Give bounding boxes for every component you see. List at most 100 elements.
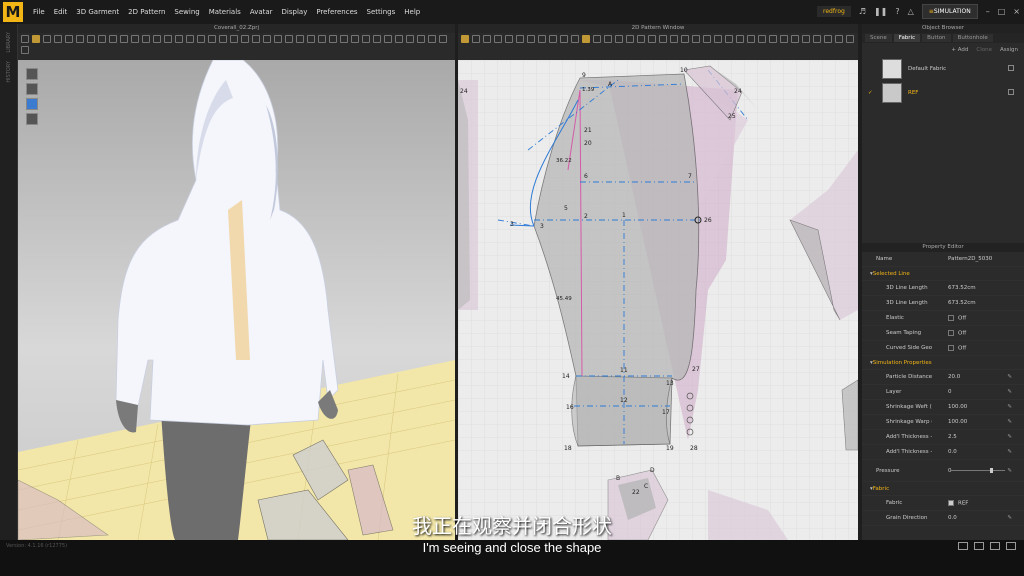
tool-icon[interactable] <box>296 35 304 43</box>
tab-button[interactable]: Button <box>922 34 951 42</box>
simulation-mode-button[interactable]: SIMULATION <box>921 4 978 19</box>
pencil-icon[interactable]: ✎ <box>1007 419 1012 425</box>
menu-display[interactable]: Display <box>282 8 308 16</box>
tool-icon[interactable] <box>263 35 271 43</box>
menu-edit[interactable]: Edit <box>54 8 68 16</box>
tool-icon[interactable] <box>516 35 524 43</box>
tool-icon[interactable] <box>43 35 51 43</box>
tool-icon[interactable] <box>494 35 502 43</box>
tool-icon[interactable] <box>593 35 601 43</box>
tool-icon[interactable] <box>747 35 755 43</box>
cuff-pattern-piece[interactable] <box>571 375 673 447</box>
close-icon[interactable]: × <box>1013 7 1020 16</box>
2d-pattern-viewport[interactable]: 9 A 10 24 25 21 20 6 7 5 2 1 26 3 14 11 … <box>458 60 858 540</box>
slider-handle[interactable] <box>990 468 993 473</box>
fabric-options-icon[interactable] <box>1008 89 1014 95</box>
minimize-icon[interactable]: – <box>986 7 990 16</box>
tool-icon[interactable] <box>175 35 183 43</box>
section-fabric[interactable]: Fabric <box>862 482 1024 496</box>
tool-icon[interactable] <box>538 35 546 43</box>
pencil-icon[interactable]: ✎ <box>1007 374 1012 380</box>
avatar-tool-icon[interactable] <box>26 113 38 125</box>
fabric-list-item[interactable]: Default Fabric <box>862 57 1024 81</box>
library-tab[interactable]: LIBRARY <box>6 32 12 53</box>
tool-icon[interactable] <box>197 35 205 43</box>
tool-icon[interactable] <box>791 35 799 43</box>
pattern-name-field[interactable]: Pattern2D_5030 <box>932 256 1024 262</box>
tool-icon[interactable] <box>98 35 106 43</box>
tool-icon[interactable] <box>395 35 403 43</box>
view-tool-icon[interactable] <box>26 68 38 80</box>
tool-icon[interactable] <box>846 35 854 43</box>
tool-icon[interactable] <box>87 35 95 43</box>
tool-icon[interactable] <box>329 35 337 43</box>
tool-icon[interactable] <box>802 35 810 43</box>
tool-icon[interactable] <box>65 35 73 43</box>
tool-icon[interactable] <box>714 35 722 43</box>
speaker-icon[interactable]: ♬ <box>859 7 866 16</box>
add-fabric-button[interactable]: + Add <box>951 47 968 53</box>
tool-icon[interactable] <box>417 35 425 43</box>
tool-icon[interactable] <box>681 35 689 43</box>
tool-icon[interactable] <box>274 35 282 43</box>
tool-icon[interactable] <box>340 35 348 43</box>
tool-icon[interactable] <box>307 35 315 43</box>
tool-icon[interactable] <box>769 35 777 43</box>
pencil-icon[interactable]: ✎ <box>1007 468 1012 474</box>
hanger-icon[interactable]: △ <box>908 7 914 16</box>
tool-icon[interactable] <box>648 35 656 43</box>
tool-icon[interactable] <box>626 35 634 43</box>
tool-icon[interactable] <box>824 35 832 43</box>
tool-icon[interactable] <box>241 35 249 43</box>
clone-fabric-button[interactable]: Clone <box>976 47 992 53</box>
tab-fabric[interactable]: Fabric <box>893 34 921 42</box>
tool-icon[interactable] <box>439 35 447 43</box>
tool-icon[interactable] <box>758 35 766 43</box>
menu-preferences[interactable]: Preferences <box>316 8 357 16</box>
tool-icon[interactable] <box>164 35 172 43</box>
seam-taping-checkbox[interactable] <box>948 329 954 336</box>
tool-icon[interactable] <box>780 35 788 43</box>
tool-icon[interactable] <box>725 35 733 43</box>
pencil-icon[interactable]: ✎ <box>1007 404 1012 410</box>
elastic-checkbox[interactable] <box>948 314 954 321</box>
tool-icon[interactable] <box>384 35 392 43</box>
help-icon[interactable]: ? <box>895 7 899 16</box>
pencil-icon[interactable]: ✎ <box>1007 434 1012 440</box>
menu-2d-pattern[interactable]: 2D Pattern <box>128 8 165 16</box>
menu-help[interactable]: Help <box>404 8 420 16</box>
tool-icon[interactable] <box>21 35 29 43</box>
tool-icon[interactable] <box>582 35 590 43</box>
tool-icon[interactable] <box>637 35 645 43</box>
menu-3d-garment[interactable]: 3D Garment <box>76 8 119 16</box>
pause-icon[interactable]: ❚❚ <box>874 7 887 16</box>
tool-icon[interactable] <box>230 35 238 43</box>
property-value[interactable]: 673.52cm <box>932 300 1024 306</box>
menu-sewing[interactable]: Sewing <box>174 8 199 16</box>
tool-icon[interactable] <box>461 35 469 43</box>
tool-icon[interactable] <box>54 35 62 43</box>
curved-side-checkbox[interactable] <box>948 344 954 351</box>
tool-icon[interactable] <box>362 35 370 43</box>
view-tool-icon[interactable] <box>26 83 38 95</box>
tool-icon[interactable] <box>659 35 667 43</box>
tool-icon[interactable] <box>505 35 513 43</box>
property-value[interactable]: 673.52cm <box>932 285 1024 291</box>
section-simulation-properties[interactable]: Simulation Properties <box>862 356 1024 370</box>
tool-icon[interactable] <box>285 35 293 43</box>
tool-icon[interactable] <box>153 35 161 43</box>
tool-icon[interactable] <box>252 35 260 43</box>
tool-icon[interactable] <box>736 35 744 43</box>
menu-file[interactable]: File <box>33 8 45 16</box>
fabric-list-item[interactable]: ✓ REF <box>862 81 1024 105</box>
tool-icon[interactable] <box>604 35 612 43</box>
section-selected-line[interactable]: Selected Line <box>862 267 1024 281</box>
tool-icon[interactable] <box>571 35 579 43</box>
tool-icon[interactable] <box>527 35 535 43</box>
assign-fabric-button[interactable]: Assign <box>1000 47 1018 53</box>
tab-buttonhole[interactable]: Buttonhole <box>952 34 993 42</box>
menu-settings[interactable]: Settings <box>367 8 396 16</box>
pressure-slider[interactable] <box>950 468 1005 473</box>
tool-icon[interactable] <box>373 35 381 43</box>
tool-icon[interactable] <box>318 35 326 43</box>
